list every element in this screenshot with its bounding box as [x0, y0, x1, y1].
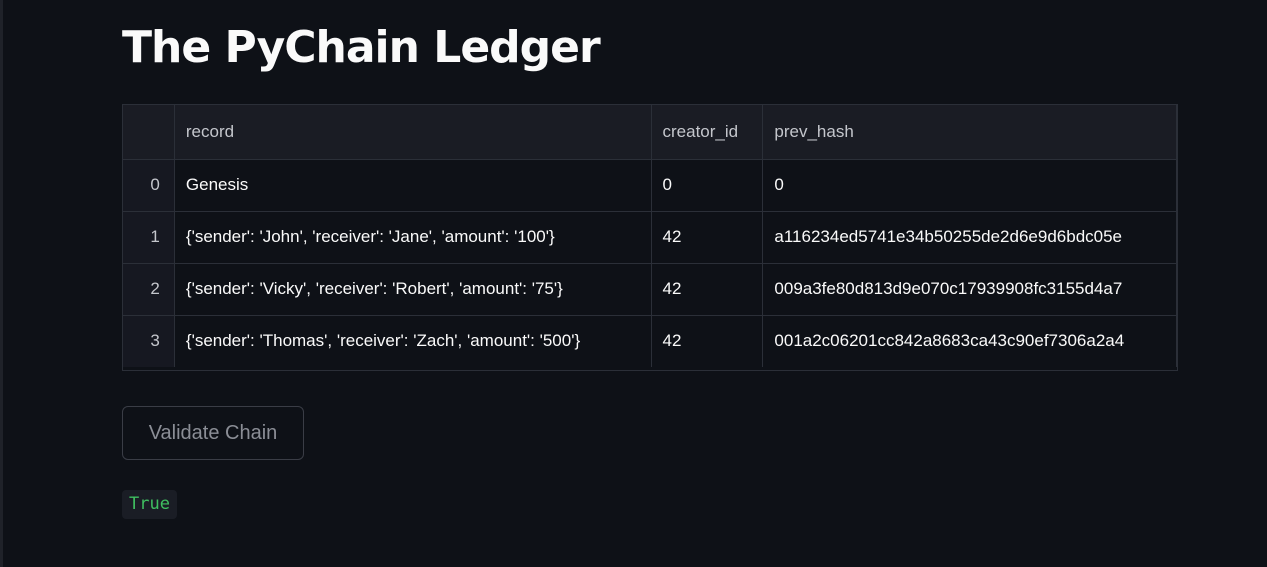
- ledger-table[interactable]: record creator_id prev_hash 0 Genesis 0 …: [122, 104, 1178, 371]
- row-index: 3: [123, 315, 175, 367]
- column-header-index[interactable]: [123, 105, 175, 160]
- table-row: 1 {'sender': 'John', 'receiver': 'Jane',…: [123, 211, 1177, 264]
- page-title: The PyChain Ledger: [122, 22, 601, 73]
- table-row: 2 {'sender': 'Vicky', 'receiver': 'Rober…: [123, 263, 1177, 316]
- column-header-prev-hash[interactable]: prev_hash: [762, 105, 1177, 160]
- creator-id-cell[interactable]: 42: [651, 315, 764, 367]
- sidebar-edge: [0, 0, 3, 567]
- table-row: 3 {'sender': 'Thomas', 'receiver': 'Zach…: [123, 315, 1177, 367]
- prev-hash-cell[interactable]: a116234ed5741e34b50255de2d6e9d6bdc05e: [762, 211, 1177, 264]
- record-cell[interactable]: Genesis: [174, 159, 652, 212]
- prev-hash-cell[interactable]: 0: [762, 159, 1177, 212]
- validate-chain-button[interactable]: Validate Chain: [122, 406, 304, 460]
- record-cell[interactable]: {'sender': 'Vicky', 'receiver': 'Robert'…: [174, 263, 652, 316]
- table-row: 0 Genesis 0 0: [123, 159, 1177, 212]
- creator-id-cell[interactable]: 42: [651, 211, 764, 264]
- prev-hash-cell[interactable]: 001a2c06201cc842a8683ca43c90ef7306a2a4: [762, 315, 1177, 367]
- column-header-creator-id[interactable]: creator_id: [651, 105, 764, 160]
- record-cell[interactable]: {'sender': 'John', 'receiver': 'Jane', '…: [174, 211, 652, 264]
- prev-hash-cell[interactable]: 009a3fe80d813d9e070c17939908fc3155d4a7: [762, 263, 1177, 316]
- validation-result: True: [122, 490, 177, 519]
- table-header-row: record creator_id prev_hash: [123, 105, 1177, 160]
- row-index: 0: [123, 159, 175, 212]
- creator-id-cell[interactable]: 42: [651, 263, 764, 316]
- record-cell[interactable]: {'sender': 'Thomas', 'receiver': 'Zach',…: [174, 315, 652, 367]
- row-index: 2: [123, 263, 175, 316]
- column-header-record[interactable]: record: [174, 105, 652, 160]
- row-index: 1: [123, 211, 175, 264]
- creator-id-cell[interactable]: 0: [651, 159, 764, 212]
